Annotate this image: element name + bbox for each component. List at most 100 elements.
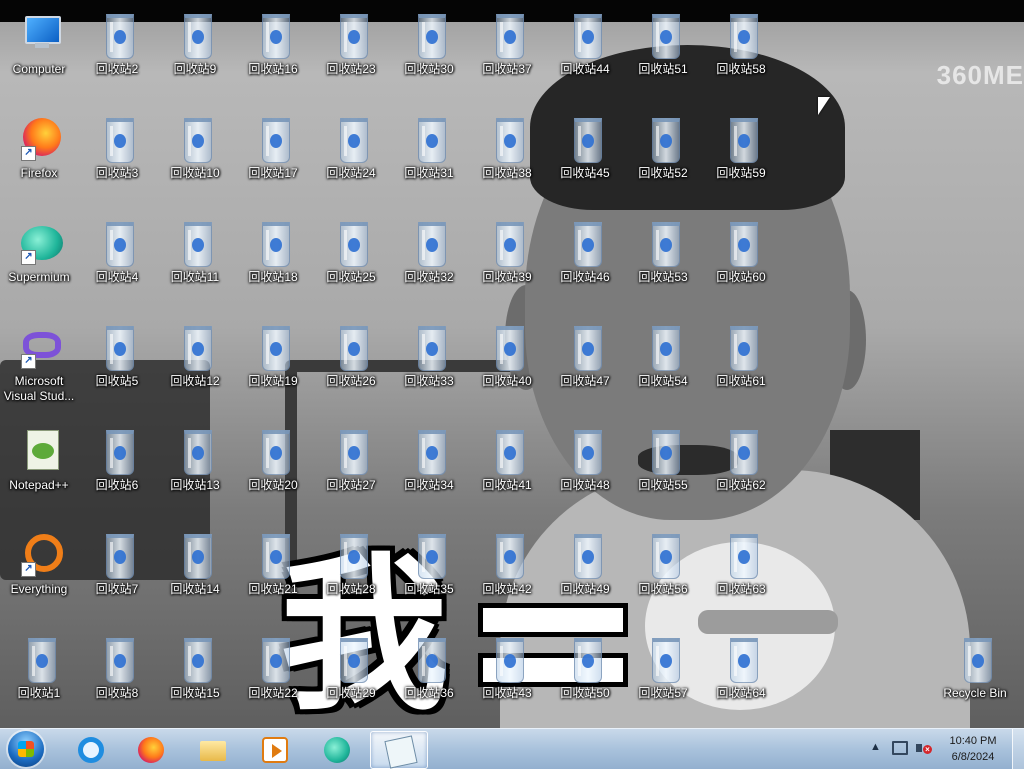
desktop-icon-recycle-bin[interactable]: 回收站62 [703,422,779,514]
desktop-icon-recycle-bin[interactable]: 回收站32 [391,214,467,306]
desktop-icon-recycle-bin[interactable]: 回收站43 [469,630,545,722]
desktop-icon-recycle-bin[interactable]: 回收站17 [235,110,311,202]
desktop-icon-recycle-bin[interactable]: 回收站24 [313,110,389,202]
desktop-icon-recycle-bin[interactable]: 回收站46 [547,214,623,306]
desktop-icon-recycle-bin[interactable]: 回收站26 [313,318,389,410]
desktop-icon-label: 回收站14 [170,582,220,596]
desktop-icon-recycle-bin[interactable]: 回收站28 [313,526,389,618]
desktop-icon-recycle-bin[interactable]: 回收站40 [469,318,545,410]
desktop-icon-recycle-bin[interactable]: 回收站6 [79,422,155,514]
desktop-icon-label: 回收站16 [248,62,298,76]
desktop-icon-recycle-bin[interactable]: 回收站55 [625,422,701,514]
desktop-icon-label: 回收站10 [170,166,220,180]
desktop-icon-recycle-bin[interactable]: 回收站48 [547,422,623,514]
desktop-icon-recycle-bin[interactable]: 回收站16 [235,6,311,98]
desktop-icon-visual-studio[interactable]: ↗ Microsoft Visual Stud... [1,318,77,410]
desktop-icon-recycle-bin[interactable]: 回收站22 [235,630,311,722]
desktop-icon-computer[interactable]: Computer [1,6,77,98]
taskbar-button-firefox[interactable] [122,731,178,767]
notepadpp-icon [21,428,61,474]
desktop-icon-recycle-bin[interactable]: 回收站56 [625,526,701,618]
desktop-icon-recycle-bin[interactable]: 回收站18 [235,214,311,306]
desktop-icon-recycle-bin[interactable]: 回收站35 [391,526,467,618]
desktop-icon-firefox[interactable]: ↗ Firefox [1,110,77,202]
desktop-icon-recycle-bin[interactable]: 回收站21 [235,526,311,618]
desktop-icon-everything[interactable]: ↗ Everything [1,526,77,618]
start-button[interactable] [4,730,48,768]
desktop-icon-label: Recycle Bin [943,686,1007,700]
volume-muted-icon[interactable]: × [916,741,932,755]
desktop-icon-recycle-bin[interactable]: 回收站42 [469,526,545,618]
clock[interactable]: 10:40 PM 6/8/2024 [938,733,1008,765]
desktop-icon-recycle-bin[interactable]: 回收站33 [391,318,467,410]
desktop-icon-label: 回收站37 [482,62,532,76]
desktop-icon-recycle-bin[interactable]: 回收站10 [157,110,233,202]
network-icon[interactable] [892,741,908,755]
desktop-icon-label: 回收站50 [560,686,610,700]
desktop-icon-recycle-bin[interactable]: 回收站53 [625,214,701,306]
taskbar-button-supermium[interactable] [308,731,364,767]
desktop-icon-label: 回收站9 [173,62,217,76]
desktop-icon-recycle-bin[interactable]: 回收站12 [157,318,233,410]
desktop-icon-recycle-bin[interactable]: 回收站50 [547,630,623,722]
system-tray: ▲ × 10:40 PM 6/8/2024 [864,729,1024,769]
recycle-bin-icon [567,324,607,371]
desktop-icon-recycle-bin[interactable]: 回收站2 [79,6,155,98]
desktop-icon-recycle-bin[interactable]: 回收站9 [157,6,233,98]
desktop-icon-recycle-bin[interactable]: 回收站44 [547,6,623,98]
desktop-icon-recycle-bin[interactable]: 回收站34 [391,422,467,514]
desktop-icon-recycle-bin[interactable]: 回收站38 [469,110,545,202]
recycle-bin-icon [489,116,529,163]
desktop-icon-recycle-bin[interactable]: 回收站63 [703,526,779,618]
show-desktop-button[interactable] [1012,729,1024,769]
desktop-icon-recycle-bin-main[interactable]: Recycle Bin [937,630,1013,722]
desktop-icon-recycle-bin[interactable]: 回收站45 [547,110,623,202]
desktop-icon-recycle-bin[interactable]: 回收站3 [79,110,155,202]
desktop-icon-recycle-bin[interactable]: 回收站61 [703,318,779,410]
desktop-icon-recycle-bin[interactable]: 回收站13 [157,422,233,514]
taskbar-button-media-player[interactable] [246,731,302,767]
desktop-icon-recycle-bin[interactable]: 回收站14 [157,526,233,618]
desktop-icon-recycle-bin[interactable]: 回收站47 [547,318,623,410]
desktop-icon-recycle-bin[interactable]: 回收站54 [625,318,701,410]
taskbar-button-file-explorer[interactable] [184,731,240,767]
desktop-icon-recycle-bin[interactable]: 回收站51 [625,6,701,98]
desktop-icon-supermium[interactable]: ↗ Supermium [1,214,77,306]
desktop-icon-recycle-bin[interactable]: 回收站52 [625,110,701,202]
desktop-icon-notepadpp[interactable]: Notepad++ [1,422,77,514]
desktop-icon-recycle-bin[interactable]: 回收站7 [79,526,155,618]
desktop-icon-recycle-bin[interactable]: 回收站64 [703,630,779,722]
desktop-icon-label: 回收站63 [716,582,766,596]
desktop-icon-recycle-bin[interactable]: 回收站11 [157,214,233,306]
desktop-icon-recycle-bin[interactable]: 回收站8 [79,630,155,722]
desktop-icon-recycle-bin[interactable]: 回收站29 [313,630,389,722]
desktop-icon-recycle-bin[interactable]: 回收站57 [625,630,701,722]
desktop-icon-label: 回收站32 [404,270,454,284]
desktop-icon-recycle-bin[interactable]: 回收站5 [79,318,155,410]
desktop-icon-recycle-bin[interactable]: 回收站36 [391,630,467,722]
desktop-icon-recycle-bin[interactable]: 回收站37 [469,6,545,98]
desktop-icon-recycle-bin[interactable]: 回收站20 [235,422,311,514]
desktop-icon-recycle-bin[interactable]: 回收站41 [469,422,545,514]
taskbar-button-internet-explorer[interactable] [62,731,118,767]
show-hidden-icons-button[interactable]: ▲ [870,741,881,753]
desktop-icon-recycle-bin[interactable]: 回收站39 [469,214,545,306]
desktop-icon-recycle-bin[interactable]: 回收站27 [313,422,389,514]
desktop-icon-recycle-bin[interactable]: 回收站30 [391,6,467,98]
desktop-icon-recycle-bin[interactable]: 回收站19 [235,318,311,410]
desktop-icon-recycle-bin[interactable]: 回收站60 [703,214,779,306]
desktop-icon-recycle-bin[interactable]: 回收站15 [157,630,233,722]
desktop-icon-recycle-bin[interactable]: 回收站4 [79,214,155,306]
desktop-icon-recycle-bin[interactable]: 回收站49 [547,526,623,618]
desktop-icon-recycle-bin[interactable]: 回收站23 [313,6,389,98]
recycle-bin-icon [645,428,685,475]
desktop-icon-recycle-bin[interactable]: 回收站25 [313,214,389,306]
recycle-bin-icon [489,532,529,579]
recycle-bin-icon [255,428,295,475]
desktop-icon-recycle-bin[interactable]: 回收站59 [703,110,779,202]
desktop-icon-recycle-bin[interactable]: 回收站1 [1,630,77,722]
desktop-icon-recycle-bin[interactable]: 回收站58 [703,6,779,98]
desktop-icon-recycle-bin[interactable]: 回收站31 [391,110,467,202]
taskbar-button-notepad[interactable] [370,731,428,769]
recycle-bin-icon [255,220,295,267]
